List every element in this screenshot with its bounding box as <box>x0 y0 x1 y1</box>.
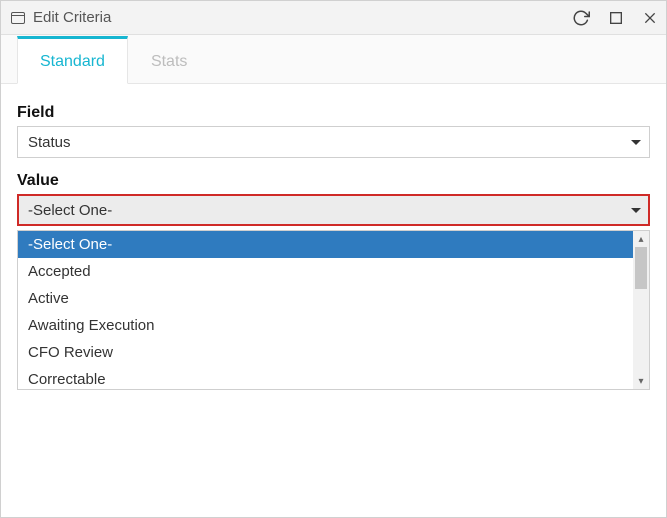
tab-stats[interactable]: Stats <box>128 36 210 84</box>
tab-standard[interactable]: Standard <box>17 36 128 84</box>
scroll-track[interactable] <box>633 247 649 373</box>
scroll-thumb[interactable] <box>635 247 647 289</box>
value-option[interactable]: Correctable <box>18 366 633 389</box>
chevron-down-icon <box>631 208 641 213</box>
value-option[interactable]: Accepted <box>18 258 633 285</box>
value-select[interactable]: -Select One- <box>17 194 650 226</box>
value-option-list: -Select One- Accepted Active Awaiting Ex… <box>18 231 633 389</box>
close-icon[interactable] <box>642 10 658 26</box>
titlebar: Edit Criteria <box>1 1 666 35</box>
content-area: Field Status Value -Select One- -Select … <box>1 84 666 404</box>
window-title: Edit Criteria <box>33 9 111 26</box>
chevron-down-icon <box>631 140 641 145</box>
field-label: Field <box>17 104 650 122</box>
field-select-value: Status <box>28 134 71 151</box>
value-option[interactable]: -Select One- <box>18 231 633 258</box>
refresh-icon[interactable] <box>572 9 590 27</box>
value-option[interactable]: Awaiting Execution <box>18 312 633 339</box>
value-label: Value <box>17 172 650 190</box>
window-icon <box>11 12 25 24</box>
value-option[interactable]: Active <box>18 285 633 312</box>
window-controls <box>572 9 658 27</box>
dropdown-scrollbar[interactable]: ▴ ▾ <box>633 231 649 389</box>
scroll-down-icon[interactable]: ▾ <box>633 373 649 389</box>
maximize-icon[interactable] <box>608 10 624 26</box>
field-select[interactable]: Status <box>17 126 650 158</box>
edit-criteria-window: Edit Criteria Standard Stats Field Statu… <box>0 0 667 518</box>
tabs: Standard Stats <box>1 35 666 84</box>
value-option[interactable]: CFO Review <box>18 339 633 366</box>
scroll-up-icon[interactable]: ▴ <box>633 231 649 247</box>
value-select-value: -Select One- <box>28 202 112 219</box>
value-dropdown: -Select One- Accepted Active Awaiting Ex… <box>17 230 650 390</box>
